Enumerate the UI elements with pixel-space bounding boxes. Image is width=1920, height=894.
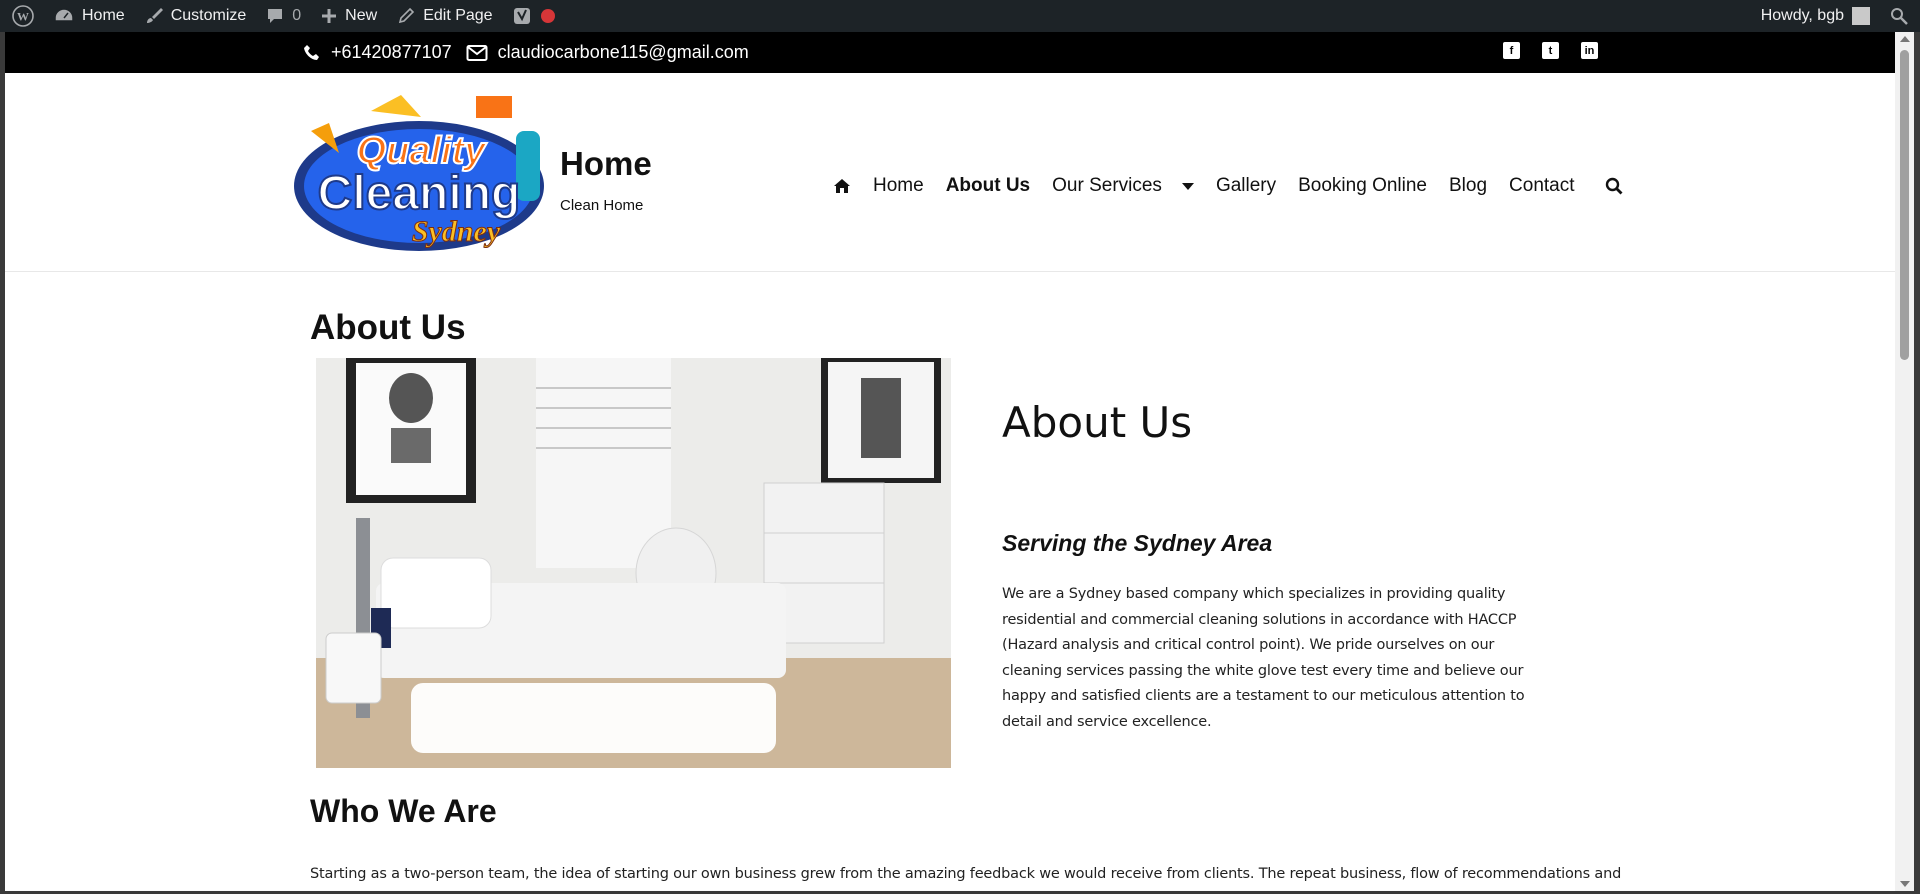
admin-search-icon[interactable] — [1880, 0, 1920, 32]
nav-item-about-us[interactable]: About Us — [946, 175, 1030, 197]
nav-item-our-services[interactable]: Our Services — [1052, 175, 1194, 197]
howdy-label: Howdy, bgb — [1760, 7, 1844, 24]
envelope-icon — [466, 44, 488, 61]
facebook-icon[interactable]: f — [1503, 42, 1520, 59]
pencil-icon — [399, 7, 415, 24]
admin-home-link[interactable]: Home — [44, 0, 135, 32]
phone-number: +61420877107 — [331, 42, 452, 62]
avatar — [1852, 7, 1870, 25]
brush-icon — [146, 8, 163, 23]
yoast-icon[interactable] — [503, 0, 541, 32]
comments-link[interactable]: 0 — [256, 0, 311, 32]
customize-link[interactable]: Customize — [135, 0, 257, 32]
nav-item-booking-online[interactable]: Booking Online — [1298, 175, 1427, 197]
nav-item-our-services-label: Our Services — [1052, 175, 1162, 196]
logo-cleaning-text: Cleaning — [318, 167, 521, 220]
search-icon[interactable] — [1605, 177, 1623, 195]
who-paragraph: Starting as a two-person team, the idea … — [310, 866, 1622, 882]
nav-item-contact[interactable]: Contact — [1509, 175, 1574, 197]
comments-count: 0 — [292, 7, 302, 24]
email-link[interactable]: claudiocarbone115@gmail.com — [466, 42, 749, 63]
wordpress-logo-icon[interactable]: W — [0, 0, 44, 32]
page-title: About Us — [310, 308, 466, 347]
site-logo[interactable]: Quality Cleaning Sydney — [291, 91, 551, 261]
about-paragraph: We are a Sydney based company which spec… — [1002, 586, 1525, 730]
logo-quality-text: Quality — [357, 130, 488, 172]
scroll-up-icon[interactable] — [1900, 36, 1910, 42]
contact-topbar: +61420877107 claudiocarbone115@gmail.com… — [5, 32, 1895, 73]
phone-link[interactable]: +61420877107 — [303, 42, 452, 63]
email-address: claudiocarbone115@gmail.com — [497, 42, 749, 62]
new-label: New — [345, 7, 378, 24]
new-content-link[interactable]: New — [311, 0, 387, 32]
admin-home-label: Home — [82, 7, 125, 24]
seo-status-dot[interactable] — [540, 0, 565, 32]
customize-label: Customize — [170, 7, 247, 24]
edit-page-link[interactable]: Edit Page — [387, 0, 502, 32]
nav-item-blog[interactable]: Blog — [1449, 175, 1487, 197]
scroll-down-icon[interactable] — [1900, 881, 1910, 887]
chevron-down-icon[interactable] — [1181, 182, 1194, 190]
svg-text:W: W — [17, 10, 29, 24]
record-icon — [540, 9, 555, 23]
plus-icon — [322, 9, 337, 23]
phone-icon — [304, 44, 319, 60]
edit-page-label: Edit Page — [423, 7, 493, 24]
nav-item-gallery[interactable]: Gallery — [1216, 175, 1276, 197]
site-header: Quality Cleaning Sydney Home Clean Home … — [5, 73, 1895, 272]
twitter-icon[interactable]: t — [1542, 42, 1559, 59]
about-heading: About Us — [1002, 398, 1193, 447]
scrollbar[interactable] — [1895, 32, 1914, 891]
serving-heading: Serving the Sydney Area — [1002, 530, 1273, 556]
dashboard-icon — [54, 8, 74, 22]
admin-bar: W Home Customize 0 New Edit Page Howdy, … — [0, 0, 1920, 32]
linkedin-icon[interactable]: in — [1581, 42, 1598, 59]
bedroom-image — [316, 358, 951, 768]
scrollbar-thumb[interactable] — [1900, 50, 1909, 360]
my-account[interactable]: Howdy, bgb — [1751, 0, 1880, 32]
who-we-are-heading: Who We Are — [310, 793, 497, 829]
nav-item-home[interactable]: Home — [873, 175, 924, 197]
main-nav: Home About Us Our Services Gallery Booki… — [833, 175, 1645, 197]
logo-sydney-text: Sydney — [412, 215, 501, 248]
site-title[interactable]: Home — [560, 145, 652, 183]
nav-home-icon[interactable] — [833, 178, 851, 194]
comment-icon — [268, 9, 283, 23]
site-tagline: Clean Home — [560, 197, 644, 214]
